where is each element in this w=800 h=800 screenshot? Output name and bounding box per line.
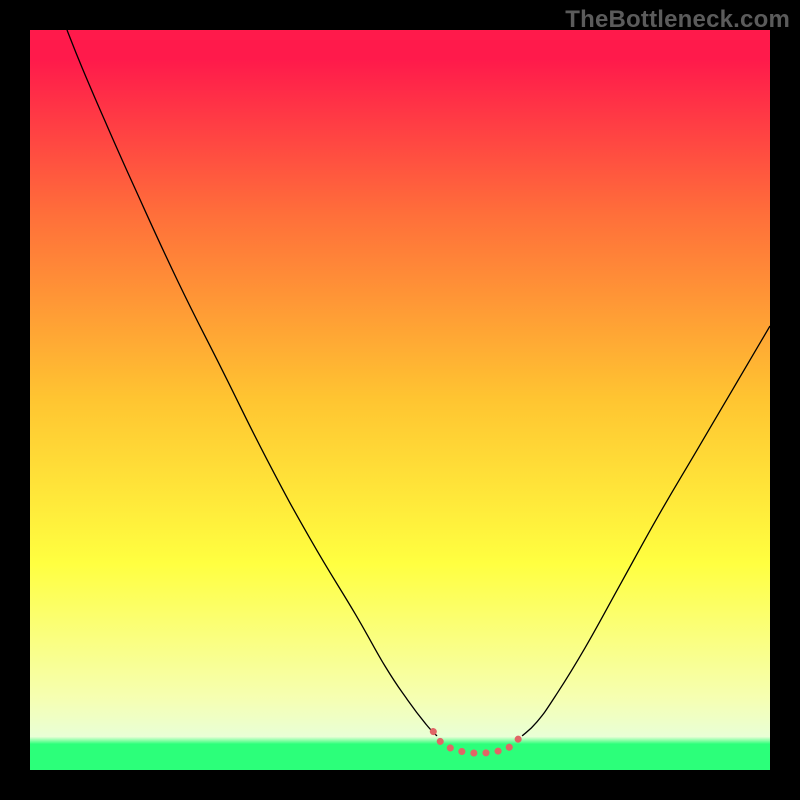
bottleneck-curve-plot xyxy=(0,0,800,800)
gradient-background xyxy=(30,30,770,770)
chart-frame: TheBottleneck.com xyxy=(0,0,800,800)
watermark-text: TheBottleneck.com xyxy=(565,6,790,34)
